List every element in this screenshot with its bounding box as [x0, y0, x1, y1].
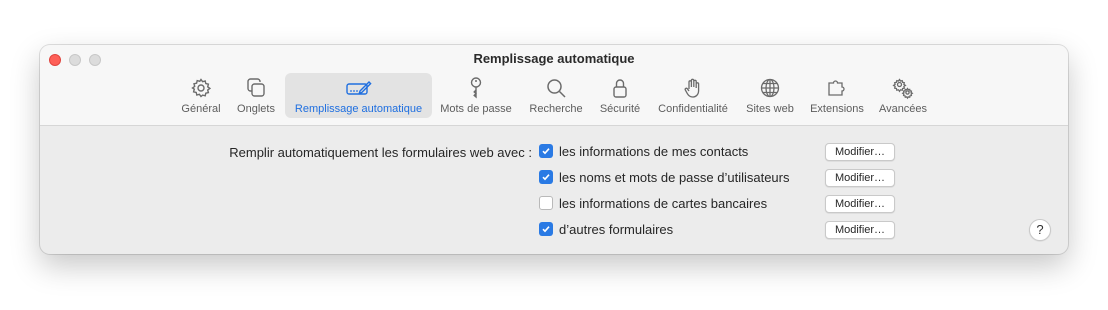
credit-cards-checkbox[interactable] [539, 196, 553, 210]
magnifier-icon [547, 79, 566, 98]
option-usernames-passwords[interactable]: les noms et mots de passe d’utilisateurs [539, 168, 790, 186]
checkmark-icon [542, 226, 550, 233]
toolbar: Remplissage automatique Général Onglets [40, 45, 1068, 126]
tab-avancees[interactable]: Avancées [875, 73, 931, 118]
gear-icon [191, 78, 212, 98]
edit-credit-cards-button[interactable]: Modifier… [825, 195, 895, 213]
tab-label: Extensions [810, 103, 864, 115]
preferences-window: Remplissage automatique Général Onglets [40, 45, 1068, 254]
tab-label: Général [181, 103, 221, 115]
tab-confidentialite[interactable]: Confidentialité [651, 73, 735, 118]
option-label: les informations de mes contacts [559, 143, 749, 159]
autofill-label: Remplir automatiquement les formulaires … [229, 145, 532, 160]
contacts-checkbox[interactable] [539, 144, 553, 158]
tab-extensions[interactable]: Extensions [804, 73, 870, 118]
tab-label: Recherche [529, 103, 583, 115]
tab-onglets[interactable]: Onglets [230, 73, 282, 118]
tab-label: Sites web [746, 103, 794, 115]
tabs-icon [247, 78, 265, 97]
lock-icon [613, 79, 627, 98]
edit-contacts-button[interactable]: Modifier… [825, 143, 895, 161]
option-other-forms[interactable]: d’autres formulaires [539, 220, 673, 238]
help-button[interactable]: ? [1029, 219, 1051, 241]
option-label: les noms et mots de passe d’utilisateurs [559, 169, 790, 185]
checkmark-icon [542, 148, 550, 155]
tab-label: Sécurité [599, 103, 641, 115]
puzzle-icon [828, 80, 845, 96]
tab-securite[interactable]: Sécurité [593, 73, 647, 118]
gears-icon [892, 78, 914, 100]
other-forms-checkbox[interactable] [539, 222, 553, 236]
edit-usernames-passwords-button[interactable]: Modifier… [825, 169, 895, 187]
key-icon [470, 77, 482, 99]
tab-label: Confidentialité [658, 103, 728, 115]
tab-recherche[interactable]: Recherche [524, 73, 588, 118]
autofill-pane: Remplir automatiquement les formulaires … [40, 126, 1068, 254]
tab-label: Remplissage automatique [294, 103, 423, 115]
tab-mots-de-passe[interactable]: Mots de passe [436, 73, 516, 118]
checkmark-icon [542, 174, 550, 181]
tab-remplissage-automatique[interactable]: Remplissage automatique [285, 73, 432, 118]
tab-general[interactable]: Général [176, 73, 226, 118]
tab-label: Onglets [237, 103, 275, 115]
autofill-icon [345, 81, 372, 95]
tab-label: Mots de passe [440, 103, 512, 115]
tab-sites-web[interactable]: Sites web [741, 73, 799, 118]
tab-label: Avancées [878, 103, 928, 115]
edit-other-forms-button[interactable]: Modifier… [825, 221, 895, 239]
globe-icon [760, 78, 780, 98]
option-contacts[interactable]: les informations de mes contacts [539, 142, 748, 160]
usernames-passwords-checkbox[interactable] [539, 170, 553, 184]
option-credit-cards[interactable]: les informations de cartes bancaires [539, 194, 767, 212]
hand-icon [684, 78, 700, 98]
window-title: Remplissage automatique [473, 51, 635, 66]
option-label: d’autres formulaires [559, 221, 674, 237]
option-label: les informations de cartes bancaires [559, 195, 768, 211]
